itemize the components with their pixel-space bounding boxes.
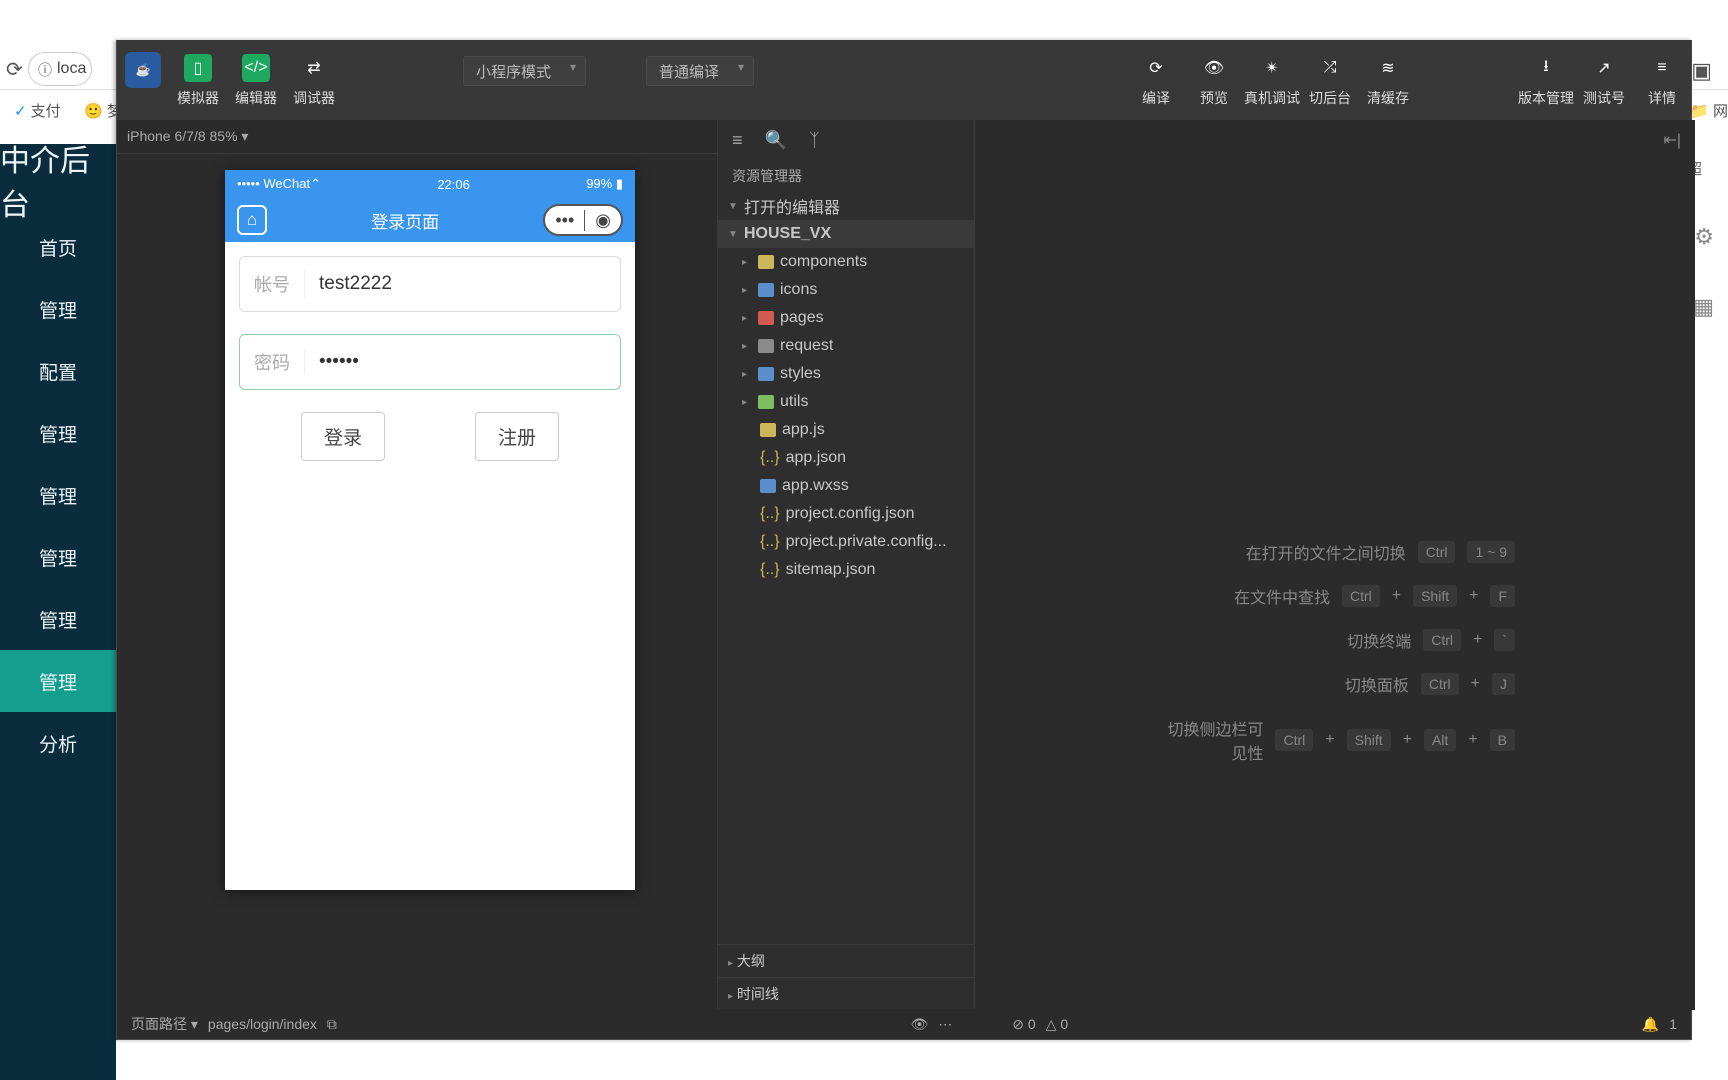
compile-button[interactable]: ⟳编译 bbox=[1127, 48, 1185, 114]
file-sitemap[interactable]: {..}sitemap.json bbox=[718, 556, 974, 584]
apps-icon[interactable]: ▦ bbox=[1693, 294, 1714, 320]
bgswitch-button[interactable]: ⤮切后台 bbox=[1301, 48, 1359, 114]
page-path[interactable]: pages/login/index bbox=[208, 1016, 317, 1032]
errors-count[interactable]: ⊘ 0 bbox=[1012, 1016, 1035, 1033]
file-appjson[interactable]: {..}app.json bbox=[718, 444, 974, 472]
bookmark-right[interactable]: 📁 网 bbox=[1690, 100, 1728, 121]
file-projectconfig[interactable]: {..}project.config.json bbox=[718, 500, 974, 528]
simulator-pane: ••••• WeChat⌃ 22:06 99% ▮ ⌂ 登录页面 •••◉ 帐号… bbox=[117, 154, 717, 984]
home-icon[interactable]: ⌂ bbox=[237, 205, 267, 235]
admin-nav-0[interactable]: 首页 bbox=[0, 216, 116, 278]
debugger-tab[interactable]: ⇄调试器 bbox=[285, 48, 343, 114]
simulator-tab[interactable]: ▯模拟器 bbox=[169, 48, 227, 114]
admin-nav-4[interactable]: 管理 bbox=[0, 464, 116, 526]
phone-frame: ••••• WeChat⌃ 22:06 99% ▮ ⌂ 登录页面 •••◉ 帐号… bbox=[225, 170, 635, 890]
admin-title: 中介后台 bbox=[0, 144, 116, 216]
mode-select[interactable]: 小程序模式 bbox=[463, 48, 586, 86]
time-label: 22:06 bbox=[437, 177, 470, 192]
bell-icon[interactable]: 🔔 bbox=[1642, 1016, 1659, 1033]
copy-path-icon[interactable]: ⧉ bbox=[327, 1016, 337, 1033]
admin-nav-6[interactable]: 管理 bbox=[0, 588, 116, 650]
reload-icon[interactable]: ⟳ bbox=[6, 57, 23, 82]
admin-nav-7[interactable]: 管理 bbox=[0, 650, 116, 712]
bookmark-pay[interactable]: ✓支付 bbox=[14, 100, 61, 121]
file-appwxss[interactable]: app.wxss bbox=[718, 472, 974, 500]
admin-nav-8[interactable]: 分析 bbox=[0, 712, 116, 774]
open-editors-section[interactable]: ▼打开的编辑器 bbox=[718, 192, 974, 220]
folder-icons[interactable]: ▸icons bbox=[718, 276, 974, 304]
capsule-menu[interactable]: •••◉ bbox=[543, 204, 623, 236]
project-root[interactable]: ▼HOUSE_VX bbox=[718, 220, 974, 248]
folder-request[interactable]: ▸request bbox=[718, 332, 974, 360]
login-button[interactable]: 登录 bbox=[301, 412, 385, 461]
settings-icon[interactable]: ⚙ bbox=[1694, 224, 1714, 250]
realdebug-button[interactable]: ✴真机调试 bbox=[1243, 48, 1301, 114]
password-value[interactable]: •••••• bbox=[319, 351, 359, 373]
explorer-list-icon[interactable]: ≡ bbox=[732, 130, 743, 151]
phone-navbar: ⌂ 登录页面 •••◉ bbox=[225, 198, 635, 242]
address-bar[interactable]: loca bbox=[28, 52, 92, 86]
explorer-title: 资源管理器 bbox=[718, 160, 974, 192]
folder-components[interactable]: ▸components bbox=[718, 248, 974, 276]
admin-nav-3[interactable]: 管理 bbox=[0, 402, 116, 464]
admin-sidebar: 中介后台 首页 管理 配置 管理 管理 管理 管理 管理 分析 bbox=[0, 144, 116, 1080]
register-button[interactable]: 注册 bbox=[475, 412, 559, 461]
admin-nav-5[interactable]: 管理 bbox=[0, 526, 116, 588]
clearcache-button[interactable]: ≋清缓存 bbox=[1359, 48, 1417, 114]
compilemode-select[interactable]: 普通编译 bbox=[646, 48, 754, 86]
file-tree: ▼打开的编辑器 ▼HOUSE_VX ▸components ▸icons ▸pa… bbox=[718, 192, 974, 584]
path-label[interactable]: 页面路径 ▾ bbox=[131, 1014, 198, 1034]
eye-icon[interactable]: 👁 bbox=[911, 1016, 929, 1033]
account-value[interactable]: test2222 bbox=[319, 273, 392, 295]
folder-styles[interactable]: ▸styles bbox=[718, 360, 974, 388]
statusbar: 页面路径 ▾ pages/login/index ⧉ 👁 ⋯ ⊘ 0 △ 0 🔔… bbox=[117, 1009, 1691, 1039]
page-title: 登录页面 bbox=[371, 208, 439, 233]
line-col[interactable]: 1 bbox=[1669, 1016, 1677, 1032]
app-logo: ☕ bbox=[125, 52, 161, 88]
admin-nav-2[interactable]: 配置 bbox=[0, 340, 116, 402]
admin-nav-1[interactable]: 管理 bbox=[0, 278, 116, 340]
file-projectprivate[interactable]: {..}project.private.config... bbox=[718, 528, 974, 556]
account-field[interactable]: 帐号 test2222 bbox=[239, 256, 621, 312]
battery-label: 99% ▮ bbox=[586, 176, 623, 192]
password-label: 密码 bbox=[254, 349, 305, 375]
phone-statusbar: ••••• WeChat⌃ 22:06 99% ▮ bbox=[225, 170, 635, 198]
outline-section[interactable]: ▸ 大纲 bbox=[718, 944, 974, 977]
explorer-pane: ≡ 🔍 ᛉ 资源管理器 ▼打开的编辑器 ▼HOUSE_VX ▸component… bbox=[717, 120, 975, 1010]
password-field[interactable]: 密码 •••••• bbox=[239, 334, 621, 390]
explorer-iconbar: ≡ 🔍 ᛉ bbox=[718, 120, 974, 160]
timeline-section[interactable]: ▸ 时间线 bbox=[718, 977, 974, 1010]
detail-button[interactable]: ≡详情 bbox=[1633, 48, 1691, 114]
extensions-icon[interactable]: ▣ bbox=[1691, 58, 1712, 84]
phone-body: 帐号 test2222 密码 •••••• 登录 注册 bbox=[225, 242, 635, 475]
capsule-more-icon[interactable]: ••• bbox=[545, 210, 585, 231]
more-icon[interactable]: ⋯ bbox=[938, 1016, 952, 1033]
editor-pane: ⇤| 在打开的文件之间切换Ctrl1 ~ 9 在文件中查找Ctrl+Shift+… bbox=[975, 120, 1695, 1010]
device-label[interactable]: iPhone 6/7/8 85% ▾ bbox=[127, 128, 248, 145]
devtool-toolbar: ☕ ▯模拟器 </>编辑器 ⇄调试器 小程序模式 普通编译 ⟳编译 👁预览 ✴真… bbox=[117, 40, 1691, 120]
explorer-branch-icon[interactable]: ᛉ bbox=[809, 130, 820, 151]
capsule-close-icon[interactable]: ◉ bbox=[585, 210, 621, 231]
explorer-search-icon[interactable]: 🔍 bbox=[765, 130, 787, 151]
warnings-count[interactable]: △ 0 bbox=[1046, 1016, 1068, 1033]
editor-tab[interactable]: </>编辑器 bbox=[227, 48, 285, 114]
file-appjs[interactable]: app.js bbox=[718, 416, 974, 444]
folder-pages[interactable]: ▸pages bbox=[718, 304, 974, 332]
version-button[interactable]: ⭳版本管理 bbox=[1517, 48, 1575, 114]
split-editor-icon[interactable]: ⇤| bbox=[1663, 130, 1681, 150]
folder-utils[interactable]: ▸utils bbox=[718, 388, 974, 416]
carrier-label: ••••• WeChat⌃ bbox=[237, 176, 321, 192]
account-label: 帐号 bbox=[254, 271, 305, 297]
preview-button[interactable]: 👁预览 bbox=[1185, 48, 1243, 114]
browser-viewport: ⟳ ⓘ loca ☆ ▣ ✓支付 🙂 梦 中介后台 首页 管理 配置 管理 管理… bbox=[0, 0, 1728, 1080]
testid-button[interactable]: ↗测试号 bbox=[1575, 48, 1633, 114]
devtool-window: ☕ ▯模拟器 </>编辑器 ⇄调试器 小程序模式 普通编译 ⟳编译 👁预览 ✴真… bbox=[116, 40, 1692, 1040]
shortcut-hints: 在打开的文件之间切换Ctrl1 ~ 9 在文件中查找Ctrl+Shift+F 切… bbox=[1155, 540, 1515, 784]
